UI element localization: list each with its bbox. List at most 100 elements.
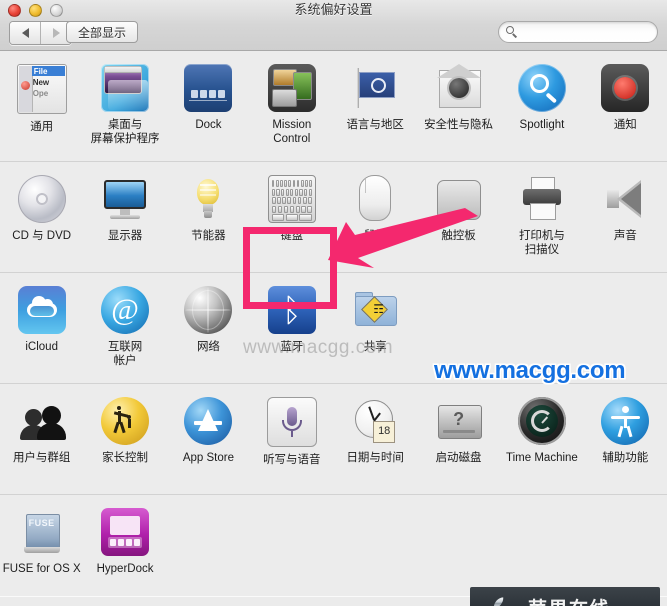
pref-label: 共享 [363,341,387,353]
pref-hyperdock[interactable]: HyperDock [83,495,166,596]
pref-trackpad[interactable]: 触控板 [417,162,500,272]
pref-startup-disk[interactable]: ? 启动磁盘 [417,384,500,494]
parental-controls-icon [101,397,150,445]
pref-label: 启动磁盘 [435,452,482,464]
pref-date-time[interactable]: 18 日期与时间 [334,384,417,494]
pref-label: 语言与地区 [346,119,404,131]
pref-label: 声音 [613,230,637,242]
dock-icon [184,64,233,112]
pref-label: Spotlight [519,119,565,131]
navigation-buttons [9,21,72,45]
mission-control-icon [267,64,316,112]
badge-title: 苹果在线 [528,599,617,606]
pref-bluetooth[interactable]: ᛒ 蓝牙 [250,273,333,383]
pref-internet-accounts[interactable]: @ 互联网 帐户 [83,273,166,383]
pref-label: 鼠标 [363,230,387,242]
pref-network[interactable]: 网络 [167,273,250,383]
keyboard-icon [267,175,316,223]
accessibility-icon [601,397,650,445]
pref-label: 键盘 [280,230,304,242]
energy-saver-icon [184,175,232,223]
search-field[interactable] [498,21,667,43]
bluetooth-icon: ᛒ [267,286,316,334]
pref-label: 互联网 帐户 [107,341,143,367]
pref-fuse-for-os-x[interactable]: FUSE FUSE for OS X [0,495,83,596]
users-groups-icon [18,397,66,445]
sound-icon [601,175,649,223]
pref-users-groups[interactable]: 用户与群组 [0,384,83,494]
search-input[interactable] [522,25,667,39]
general-item-2: Ope [32,89,49,98]
pref-label: 家长控制 [102,452,149,464]
internet-accounts-icon: @ [101,286,150,334]
pref-label: App Store [182,452,235,464]
pref-energy-saver[interactable]: 节能器 [167,162,250,272]
pref-desktop-screensaver[interactable]: 桌面与 屏幕保护程序 [83,51,166,161]
pref-security-privacy[interactable]: 安全性与隐私 [417,51,500,161]
security-privacy-icon [435,64,483,112]
language-region-icon [351,64,399,112]
bluetooth-glyph: ᛒ [282,291,302,329]
show-all-button[interactable]: 全部显示 [66,21,139,43]
row-personal: File New Ope 通用 桌面与 屏幕保护程序 Dock Mission … [0,51,667,162]
pref-notifications[interactable]: 通知 [584,51,667,161]
apple-logo-icon [476,592,522,606]
startup-disk-glyph: ? [453,409,465,429]
cd-dvd-icon [17,175,66,223]
pref-label: 通知 [613,119,637,131]
back-arrow-icon [21,28,29,38]
pref-icloud[interactable]: iCloud [0,273,83,383]
pref-language-region[interactable]: 语言与地区 [334,51,417,161]
pref-label: 蓝牙 [280,341,304,353]
pref-sound[interactable]: 声音 [584,162,667,272]
pref-label: 节能器 [191,230,226,242]
pref-label: Mission Control [272,119,312,145]
pref-cd-dvd[interactable]: CD 与 DVD [0,162,83,272]
date-time-icon: 18 [351,397,399,445]
notifications-icon [601,64,650,112]
pref-label: 通用 [30,121,54,133]
mouse-icon [351,175,399,223]
general-icon: File New Ope [16,64,67,114]
pref-app-store[interactable]: App Store [167,384,250,494]
fuse-icon: FUSE [18,508,66,556]
pref-displays[interactable]: 显示器 [83,162,166,272]
system-preferences-window: 系统偏好设置 全部显示 File New Ope 通用 桌面与 屏幕保护程序 D… [0,0,667,606]
back-button[interactable] [10,22,40,44]
pref-printers-scanners[interactable]: 打印机与 扫描仪 [500,162,583,272]
desktop-screensaver-icon [101,64,150,112]
dictation-speech-icon [266,397,317,447]
preferences-grid: File New Ope 通用 桌面与 屏幕保护程序 Dock Mission … [0,51,667,606]
pref-spotlight[interactable]: Spotlight [500,51,583,161]
pref-label: 听写与语音 [263,454,321,466]
pref-label: iCloud [25,341,58,353]
pref-accessibility[interactable]: 辅助功能 [584,384,667,494]
pref-label: Dock [195,119,222,131]
pref-time-machine[interactable]: Time Machine [500,384,583,494]
window-title: 系统偏好设置 [294,2,373,17]
icloud-icon [17,286,66,334]
pref-sharing[interactable]: ☶ 共享 [334,273,417,383]
window-titlebar: 系统偏好设置 全部显示 [0,0,667,51]
pref-keyboard[interactable]: 键盘 [250,162,333,272]
pref-mission-control[interactable]: Mission Control [250,51,333,161]
displays-icon [101,175,149,223]
row-system: 用户与群组 家长控制 App Store 听写与语音 18 日期与时间 ? 启动… [0,384,667,495]
pref-label: 日期与时间 [346,452,404,464]
pref-label: FUSE for OS X [2,563,81,575]
pref-dock[interactable]: Dock [167,51,250,161]
chinamac-watermark-badge: 苹果在线 www.chinamac.com [470,587,660,606]
hyperdock-icon [101,508,150,556]
pref-general[interactable]: File New Ope 通用 [0,51,83,161]
pref-label: 网络 [196,341,220,353]
pref-label: 打印机与 扫描仪 [518,230,565,256]
pref-parental-controls[interactable]: 家长控制 [83,384,166,494]
pref-dictation-speech[interactable]: 听写与语音 [250,384,333,494]
pref-mouse[interactable]: 鼠标 [334,162,417,272]
pref-label: CD 与 DVD [12,230,72,242]
network-icon [184,286,233,334]
pref-label: 辅助功能 [602,452,649,464]
pref-label: Time Machine [506,452,578,464]
at-symbol: @ [111,293,139,326]
time-machine-icon [517,397,566,445]
